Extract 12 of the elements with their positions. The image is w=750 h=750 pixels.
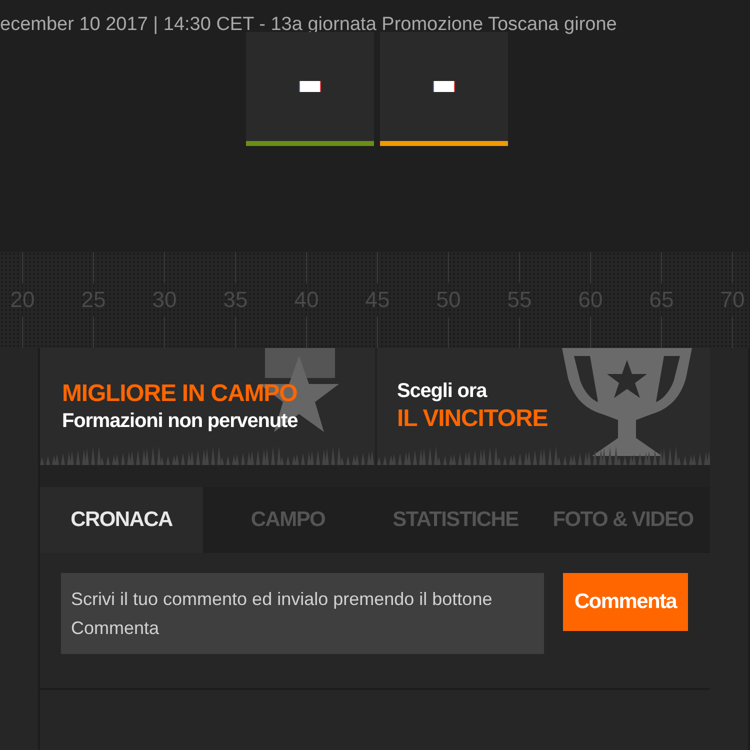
banner-text: IL VINCITORE (397, 404, 549, 434)
promo-banner[interactable]: Scegli ora IL VINCITORE (377, 348, 710, 465)
score-placeholder-icon (432, 81, 454, 92)
promo-banner[interactable]: MIGLIORE IN CAMPO Formazioni non pervenute (40, 348, 377, 465)
banner-text: MIGLIORE IN CAMPO (62, 379, 298, 409)
tab[interactable]: CRONACA (40, 487, 203, 553)
comment-button[interactable]: Commenta (563, 573, 688, 631)
banner-text: Scegli ora (397, 379, 488, 404)
score-placeholder-icon (298, 81, 320, 92)
comment-field[interactable]: Scrivi il tuo commento ed invialo premendo il bottone Commenta (61, 573, 544, 654)
match-info: ecember 10 2017 | 14:30 CET - 13a giornata Promozione Toscana girone (0, 13, 617, 32)
banner-text: Formazioni non pervenute (62, 409, 299, 434)
